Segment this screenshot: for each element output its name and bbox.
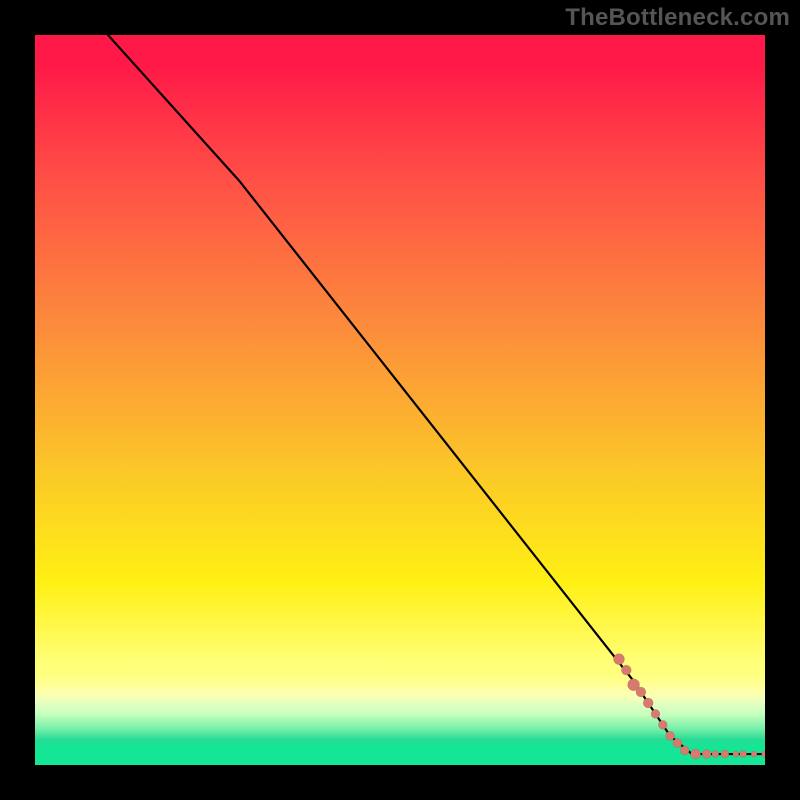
data-point xyxy=(680,746,689,755)
data-point xyxy=(762,751,766,758)
bottleneck-curve xyxy=(108,35,765,754)
data-point xyxy=(751,751,757,757)
data-point xyxy=(721,750,729,758)
data-point xyxy=(643,698,653,708)
data-point xyxy=(691,749,701,759)
data-point xyxy=(621,665,631,675)
chart-overlay xyxy=(35,35,765,765)
plot-area xyxy=(35,35,765,765)
chart-frame: TheBottleneck.com xyxy=(0,0,800,800)
data-point xyxy=(733,751,739,757)
data-point xyxy=(740,751,747,758)
data-point xyxy=(636,687,646,697)
data-point xyxy=(666,731,675,740)
data-point xyxy=(651,709,660,718)
data-points-group xyxy=(614,654,766,759)
data-point xyxy=(702,750,711,759)
watermark-text: TheBottleneck.com xyxy=(565,4,790,32)
data-point xyxy=(673,739,682,748)
data-point xyxy=(658,720,667,729)
data-point xyxy=(614,654,625,665)
data-point xyxy=(712,751,719,758)
